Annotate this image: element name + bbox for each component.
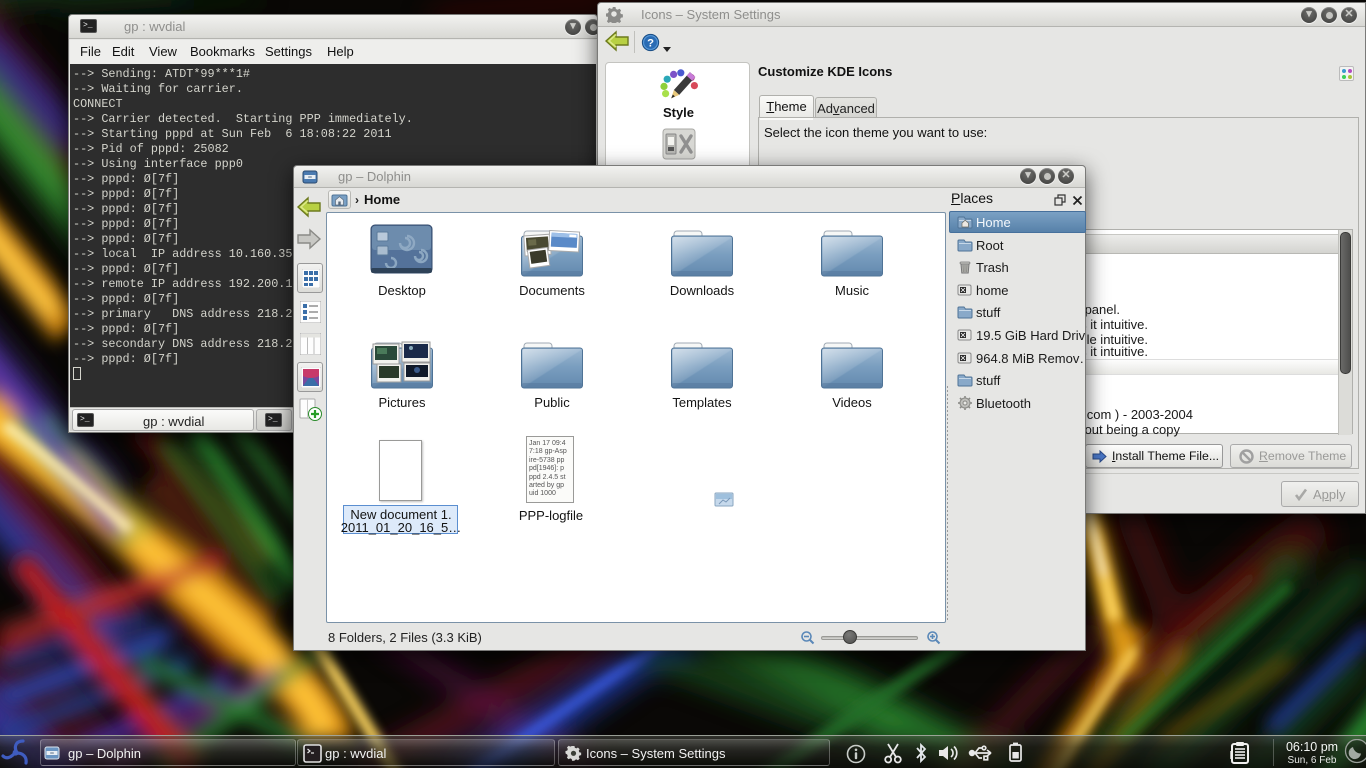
svg-text:?: ? [647,37,654,49]
